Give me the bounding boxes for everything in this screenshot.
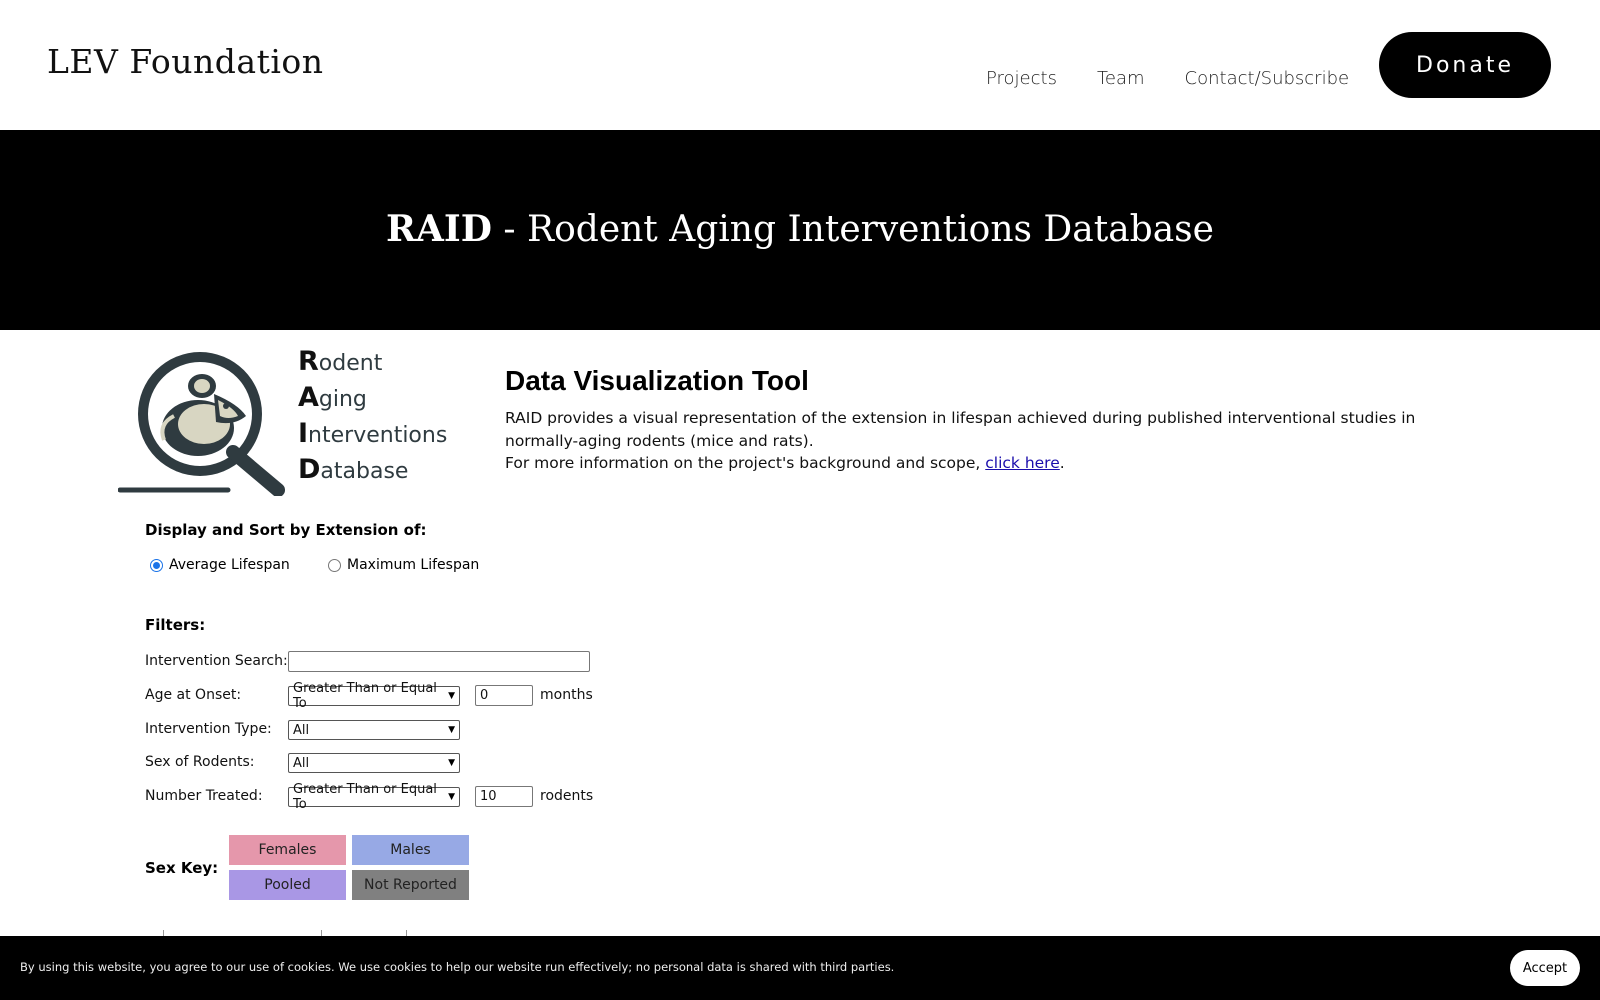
number-treated-label: Number Treated: — [145, 788, 263, 804]
radio-maximum-lifespan[interactable]: Maximum Lifespan — [328, 557, 479, 573]
sex-key-label: Sex Key: — [145, 859, 219, 877]
intro-more-prefix: For more information on the project's ba… — [505, 454, 986, 472]
number-treated-unit: rodents — [540, 788, 594, 804]
radio-average-lifespan[interactable]: Average Lifespan — [150, 557, 290, 573]
sex-key-not-reported: Not Reported — [352, 870, 469, 900]
age-at-onset-operator-select[interactable]: Greater Than or Equal To ▼ — [288, 681, 460, 711]
intervention-type-value: All — [293, 722, 310, 738]
filters-label: Filters: — [145, 616, 206, 634]
sort-label: Display and Sort by Extension of: — [145, 521, 427, 539]
hero-title-rest: - Rodent Aging Interventions Database — [491, 209, 1214, 250]
number-treated-operator-select[interactable]: Greater Than or Equal To ▼ — [288, 782, 460, 812]
accept-cookies-button[interactable]: Accept — [1510, 950, 1580, 986]
logo-rest: nterventions — [308, 423, 448, 448]
radio-average-lifespan-control[interactable] — [150, 558, 163, 572]
hero-banner: RAID - Rodent Aging Interventions Databa… — [0, 130, 1600, 330]
logo-rest: atabase — [320, 459, 409, 484]
nav-contact-subscribe[interactable]: Contact/Subscribe — [1185, 68, 1350, 89]
click-here-link[interactable]: click here — [985, 454, 1060, 472]
radio-average-lifespan-label: Average Lifespan — [169, 557, 290, 573]
logo-line-database: Database — [298, 452, 447, 488]
hero-title: RAID - Rodent Aging Interventions Databa… — [0, 208, 1600, 250]
nav-projects[interactable]: Projects — [986, 68, 1057, 89]
nav-team[interactable]: Team — [1097, 68, 1145, 89]
logo-wordmark: Rodent Aging Interventions Database — [298, 344, 447, 488]
intro-description: RAID provides a visual representation of… — [505, 409, 1416, 450]
logo-rest: ging — [318, 387, 367, 412]
hero-title-bold: RAID — [386, 208, 492, 250]
logo-cap: R — [298, 346, 319, 377]
intro-more-suffix: . — [1059, 454, 1065, 472]
age-at-onset-input[interactable]: 0 — [475, 685, 533, 706]
chevron-down-icon: ▼ — [448, 792, 455, 802]
intro-more-info: For more information on the project's ba… — [505, 452, 1435, 475]
page-title: Data Visualization Tool — [505, 365, 809, 396]
logo-cap: I — [298, 418, 309, 449]
logo-cap: A — [298, 382, 319, 413]
logo-cap: D — [298, 454, 321, 485]
number-treated-operator-value: Greater Than or Equal To — [293, 782, 437, 812]
sex-key-females: Females — [229, 835, 346, 865]
raid-logo: Rodent Aging Interventions Database — [118, 344, 473, 496]
radio-maximum-lifespan-label: Maximum Lifespan — [347, 557, 480, 573]
main-nav: Projects Team Contact/Subscribe — [986, 68, 1349, 89]
sex-of-rodents-value: All — [293, 755, 310, 771]
cookie-text: By using this website, you agree to our … — [20, 960, 895, 974]
age-at-onset-label: Age at Onset: — [145, 687, 242, 703]
sex-key-pooled: Pooled — [229, 870, 346, 900]
age-at-onset-unit: months — [540, 687, 593, 703]
chevron-down-icon: ▼ — [448, 758, 455, 768]
chevron-down-icon: ▼ — [448, 691, 455, 701]
intervention-type-select[interactable]: All ▼ — [288, 720, 460, 740]
intervention-search-label: Intervention Search: — [145, 653, 288, 669]
radio-maximum-lifespan-control[interactable] — [328, 558, 341, 572]
logo-line-rodent: Rodent — [298, 344, 447, 380]
intervention-search-input[interactable] — [288, 651, 590, 672]
sex-of-rodents-select[interactable]: All ▼ — [288, 753, 460, 773]
site-title[interactable]: LEV Foundation — [47, 42, 324, 81]
intro-section: Data Visualization Tool RAID provides a … — [505, 365, 1435, 475]
site-header: LEV Foundation Projects Team Contact/Sub… — [0, 0, 1600, 130]
intervention-type-label: Intervention Type: — [145, 721, 272, 737]
logo-rest: odent — [318, 351, 383, 376]
number-treated-input[interactable]: 10 — [475, 786, 533, 807]
donate-button[interactable]: Donate — [1379, 32, 1551, 98]
sex-of-rodents-label: Sex of Rodents: — [145, 754, 255, 770]
chevron-down-icon: ▼ — [448, 725, 455, 735]
rodent-magnifier-icon — [118, 352, 285, 496]
logo-line-interventions: Interventions — [298, 416, 447, 452]
sex-key-males: Males — [352, 835, 469, 865]
cookie-banner: By using this website, you agree to our … — [0, 936, 1600, 1000]
logo-line-aging: Aging — [298, 380, 447, 416]
age-at-onset-operator-value: Greater Than or Equal To — [293, 681, 437, 711]
